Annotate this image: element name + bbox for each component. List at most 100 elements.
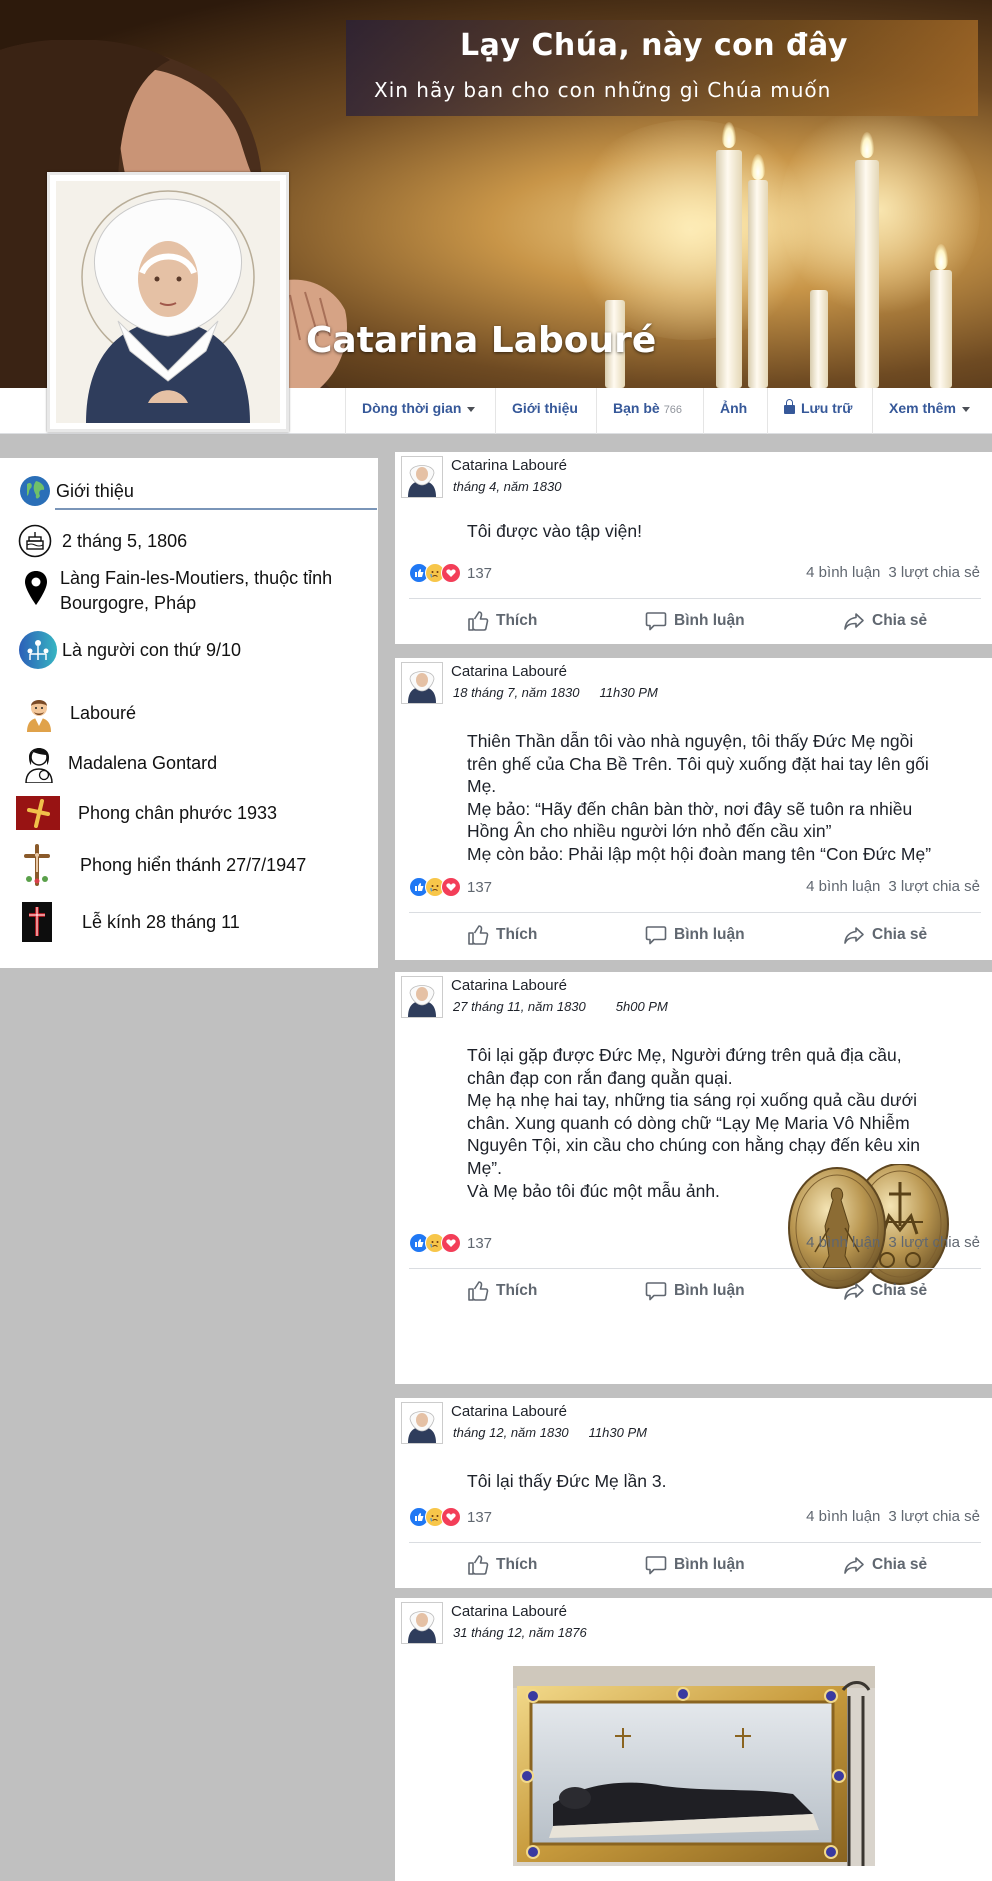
nav-about[interactable]: Giới thiệu bbox=[495, 388, 594, 434]
avatar-image bbox=[402, 663, 442, 703]
comment-label: Bình luận bbox=[674, 612, 745, 629]
like-button[interactable]: Thích bbox=[467, 610, 537, 632]
post-text-line: Tôi lại thấy Đức Mẹ lần 3. bbox=[467, 1471, 667, 1491]
post-reactions[interactable]: 137 bbox=[409, 562, 492, 584]
post-author[interactable]: Catarina Labouré bbox=[451, 1603, 567, 1620]
like-label: Thích bbox=[496, 926, 538, 943]
nav-photos[interactable]: Ảnh bbox=[703, 388, 763, 434]
post: Catarina Labouré 31 tháng 12, năm 1876 bbox=[395, 1598, 992, 1881]
nav-about-label: Giới thiệu bbox=[512, 400, 578, 416]
post-reactions[interactable]: 137 bbox=[409, 1232, 492, 1254]
reliquary-image[interactable] bbox=[513, 1666, 875, 1866]
intro-father: Labouré bbox=[22, 696, 137, 732]
post-author[interactable]: Catarina Labouré bbox=[451, 1403, 567, 1420]
like-button[interactable]: Thích bbox=[467, 1554, 537, 1576]
post-text-line: Mẹ bảo: “Hãy đến chân bàn thờ, nơi đây s… bbox=[467, 798, 913, 819]
post: Catarina Labouré tháng 12, năm 1830 11h30… bbox=[395, 1398, 992, 1588]
profile-picture[interactable] bbox=[47, 172, 289, 432]
comment-icon bbox=[645, 612, 667, 631]
avatar[interactable] bbox=[401, 1602, 443, 1644]
post-author[interactable]: Catarina Labouré bbox=[451, 457, 567, 474]
man-icon bbox=[22, 696, 56, 732]
comment-count[interactable]: 4 bình luận bbox=[806, 564, 880, 581]
family-tree-icon bbox=[18, 630, 58, 670]
nav-more[interactable]: Xem thêm bbox=[872, 388, 986, 434]
cover-subtitle: Xin hãy ban cho con những gì Chúa muốn bbox=[374, 78, 832, 102]
comment-button[interactable]: Bình luận bbox=[645, 924, 745, 946]
post-author[interactable]: Catarina Labouré bbox=[451, 977, 567, 994]
post-text-line: chân. Xung quanh có dòng chữ “Lạy Mẹ Mar… bbox=[467, 1112, 910, 1133]
post-date[interactable]: tháng 4, năm 1830 bbox=[453, 479, 561, 494]
post-date[interactable]: tháng 12, năm 1830 11h30 PM bbox=[453, 1425, 647, 1440]
comment-count[interactable]: 4 bình luận bbox=[806, 1234, 880, 1251]
nav-more-label: Xem thêm bbox=[889, 400, 956, 416]
post-text-line: trên ghế của Cha Bề Trên. Tôi quỳ xuống … bbox=[467, 753, 929, 774]
nav-timeline[interactable]: Dòng thời gian bbox=[345, 388, 491, 434]
thumbs-up-icon bbox=[468, 1281, 489, 1301]
profile-name[interactable]: Catarina Labouré bbox=[306, 320, 656, 361]
heart-reaction-icon bbox=[441, 1233, 461, 1253]
intro-canonized: Phong hiển thánh 27/7/1947 bbox=[20, 844, 306, 886]
avatar[interactable] bbox=[401, 976, 443, 1018]
nav-friends[interactable]: Bạn bè 766 bbox=[596, 388, 698, 434]
post-time: 5h00 PM bbox=[615, 999, 668, 1014]
like-button[interactable]: Thích bbox=[467, 924, 537, 946]
saint-portrait-image bbox=[56, 181, 280, 423]
nav-archive[interactable]: Lưu trữ bbox=[767, 388, 868, 434]
post-stats: 4 bình luận 3 lượt chia sẻ bbox=[806, 878, 980, 895]
share-button[interactable]: Chia sẻ bbox=[843, 1554, 927, 1576]
post-reactions[interactable]: 137 bbox=[409, 876, 492, 898]
cross-icon bbox=[16, 796, 60, 830]
intro-card: Giới thiệu 2 tháng 5, 1806 Làng Fain-les… bbox=[0, 458, 378, 968]
comment-button[interactable]: Bình luận bbox=[645, 1280, 745, 1302]
cake-icon bbox=[18, 524, 52, 558]
avatar[interactable] bbox=[401, 456, 443, 498]
share-count[interactable]: 3 lượt chia sẻ bbox=[888, 1234, 980, 1251]
nav-photos-label: Ảnh bbox=[720, 400, 748, 416]
share-count[interactable]: 3 lượt chia sẻ bbox=[888, 878, 980, 895]
miraculous-medal-image[interactable] bbox=[785, 1164, 953, 1290]
post-text-line: Hồng Ân cho nhiều người lớn nhỏ đến cầu … bbox=[467, 821, 832, 842]
comment-button[interactable]: Bình luận bbox=[645, 1554, 745, 1576]
mother-text: Madalena Gontard bbox=[68, 752, 218, 773]
share-button[interactable]: Chia sẻ bbox=[843, 1280, 927, 1302]
nav-archive-label: Lưu trữ bbox=[801, 400, 853, 416]
comment-button[interactable]: Bình luận bbox=[645, 610, 745, 632]
heart-reaction-icon bbox=[441, 1507, 461, 1527]
avatar[interactable] bbox=[401, 1402, 443, 1444]
share-label: Chia sẻ bbox=[872, 1282, 928, 1299]
post-time: 11h30 PM bbox=[599, 685, 658, 700]
crucifix-icon bbox=[20, 844, 54, 886]
intro-feast: Lễ kính 28 tháng 11 bbox=[20, 902, 240, 942]
post-text-line: Tôi lại gặp được Đức Mẹ, Người đứng trên… bbox=[467, 1045, 902, 1065]
post-stats: 4 bình luận 3 lượt chia sẻ bbox=[806, 564, 980, 581]
reaction-count: 137 bbox=[467, 878, 493, 896]
share-count[interactable]: 3 lượt chia sẻ bbox=[888, 1508, 980, 1525]
reaction-count: 137 bbox=[467, 1508, 493, 1526]
woman-with-baby-icon bbox=[22, 746, 56, 783]
post-reactions[interactable]: 137 bbox=[409, 1506, 492, 1528]
share-label: Chia sẻ bbox=[872, 926, 928, 943]
share-button[interactable]: Chia sẻ bbox=[843, 610, 927, 632]
avatar-image bbox=[402, 1403, 442, 1443]
avatar[interactable] bbox=[401, 662, 443, 704]
comment-count[interactable]: 4 bình luận bbox=[806, 1508, 880, 1525]
comment-label: Bình luận bbox=[674, 1556, 745, 1573]
share-count[interactable]: 3 lượt chia sẻ bbox=[888, 564, 980, 581]
share-button[interactable]: Chia sẻ bbox=[843, 924, 927, 946]
post-author[interactable]: Catarina Labouré bbox=[451, 663, 567, 680]
post: Catarina Labouré 18 tháng 7, năm 1830 11h… bbox=[395, 658, 992, 960]
comment-count[interactable]: 4 bình luận bbox=[806, 878, 880, 895]
post-date[interactable]: 18 tháng 7, năm 1830 11h30 PM bbox=[453, 685, 658, 700]
feast-text: Lễ kính 28 tháng 11 bbox=[82, 911, 240, 932]
post-date[interactable]: 27 tháng 11, năm 1830 5h00 PM bbox=[453, 999, 668, 1014]
comment-icon bbox=[645, 1556, 667, 1575]
beatified-text: Phong chân phước 1933 bbox=[78, 802, 278, 823]
like-button[interactable]: Thích bbox=[467, 1280, 537, 1302]
post: Catarina Labouré tháng 4, năm 1830 Tôi đ… bbox=[395, 452, 992, 644]
post-text-line: chân đạp con rắn đang quằn quại. bbox=[467, 1067, 733, 1088]
father-text: Labouré bbox=[70, 702, 137, 723]
share-icon bbox=[844, 1283, 864, 1300]
post-stats: 4 bình luận 3 lượt chia sẻ bbox=[806, 1508, 980, 1525]
post-date[interactable]: 31 tháng 12, năm 1876 bbox=[453, 1625, 587, 1640]
